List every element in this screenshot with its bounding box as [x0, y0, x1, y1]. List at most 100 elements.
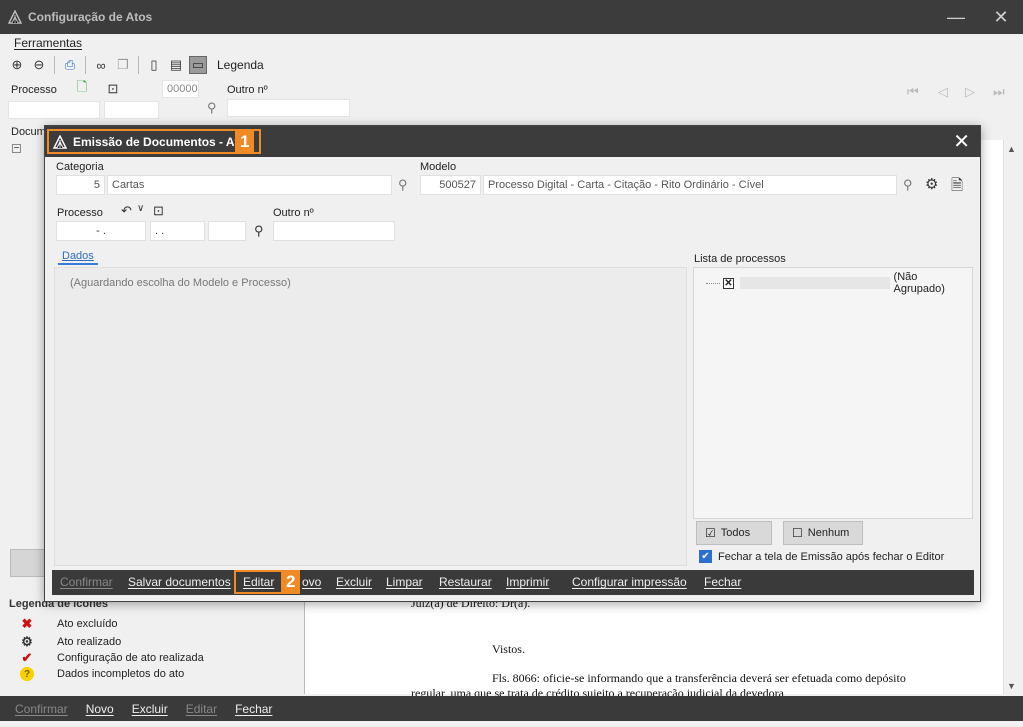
print-button[interactable]: Imprimir: [506, 575, 549, 589]
page-list-icon[interactable]: ▤: [167, 56, 185, 74]
select-none-label: Nenhum: [807, 527, 850, 539]
gear-done-icon: ⚙: [21, 634, 33, 649]
save-documents-button[interactable]: Salvar documentos: [128, 575, 231, 589]
print-icon[interactable]: ⎙: [61, 56, 79, 74]
processo-label: Processo: [57, 207, 103, 219]
bg-close-button[interactable]: ✕: [984, 0, 1018, 34]
chevron-down-icon[interactable]: ∨: [137, 203, 144, 214]
select-all-label: Todos: [720, 527, 751, 539]
bg-search-icon[interactable]: ⚲: [207, 100, 217, 116]
dialog-title: Emissão de Documentos - Atos: [73, 134, 253, 149]
processo-field-2[interactable]: . .: [150, 221, 205, 241]
restore-button[interactable]: Restaurar: [439, 575, 492, 589]
dialog-title-bar: Emissão de Documentos - Atos 1 ✕: [45, 126, 980, 157]
categoria-name-field[interactable]: Cartas: [107, 175, 392, 195]
menu-ferramentas[interactable]: Ferramentas: [14, 36, 82, 50]
scroll-down-icon[interactable]: ▼: [1007, 681, 1016, 691]
select-all-button[interactable]: ☑ Todos: [696, 521, 772, 545]
legend-label: Ato realizado: [57, 636, 122, 648]
check-all-icon: ☑: [705, 526, 716, 540]
categoria-search-icon[interactable]: ⚲: [398, 177, 408, 193]
new-button-partial[interactable]: ovo: [302, 575, 321, 589]
app-logo-icon: [53, 134, 67, 149]
page-wide-icon[interactable]: ▭: [189, 56, 207, 74]
nav-last-button[interactable]: ⏭: [993, 84, 1005, 100]
bg-edit-button[interactable]: Editar: [177, 702, 226, 716]
configure-print-button[interactable]: Configurar impressão: [572, 575, 687, 589]
binoculars-icon[interactable]: ∞: [92, 56, 110, 74]
outro-label: Outro nº: [273, 207, 314, 219]
doc-scrollbar[interactable]: ▲ ▼: [1003, 140, 1019, 694]
bg-confirm-button[interactable]: Confirmar: [6, 702, 77, 716]
categoria-code-field[interactable]: 5: [56, 175, 105, 195]
tree-collapse-icon[interactable]: −: [12, 144, 21, 154]
model-preview-icon[interactable]: 🗎: [951, 175, 963, 200]
close-after-editor-option[interactable]: ✔ Fechar a tela de Emissão após fechar o…: [699, 550, 944, 563]
categoria-label: Categoria: [56, 161, 104, 173]
new-doc-icon[interactable]: 🗋: [73, 79, 91, 98]
scroll-up-icon[interactable]: ▲: [1007, 144, 1016, 154]
legend-item: ✖ Ato excluído: [19, 616, 118, 631]
bg-bottom-bar: Confirmar Novo Excluir Editar Fechar: [0, 696, 1023, 721]
dialog-close-button[interactable]: ✕: [953, 129, 970, 154]
note-icon[interactable]: ⊡: [104, 80, 122, 98]
nav-prev-button[interactable]: ◁: [938, 84, 948, 100]
bg-toolbar: ⊕ ⊖ ⎙ ∞ ❐ ▯ ▤ ▭ Legenda: [8, 54, 264, 76]
modelo-code-field[interactable]: 500527: [420, 175, 481, 195]
close-after-editor-checkbox[interactable]: ✔: [699, 550, 712, 563]
bg-window-title: Configuração de Atos: [28, 10, 153, 24]
doc-line-vistos: Vistos.: [492, 642, 525, 656]
outro-field[interactable]: [273, 221, 395, 241]
bg-title-bar: Configuração de Atos — ✕: [0, 0, 1023, 34]
legend-button[interactable]: Legenda: [217, 58, 264, 72]
bg-process-number[interactable]: 00000: [162, 80, 199, 98]
nav-next-button[interactable]: ▷: [965, 84, 975, 100]
close-button[interactable]: Fechar: [704, 575, 741, 589]
processo-field-1[interactable]: - .: [56, 221, 146, 241]
modelo-search-icon[interactable]: ⚲: [903, 177, 913, 193]
step-badge-2: 2: [281, 570, 301, 594]
zoom-out-icon[interactable]: ⊖: [30, 56, 48, 74]
doc-line-fls: Fls. 8066: oficie-se informando que a tr…: [492, 671, 906, 685]
dados-waiting-message: (Aguardando escolha do Modelo e Processo…: [70, 277, 291, 289]
bg-delete-button[interactable]: Excluir: [123, 702, 177, 716]
bg-process-field-1[interactable]: [8, 101, 100, 119]
red-check-icon: ✔: [21, 650, 33, 665]
dados-panel: (Aguardando escolha do Modelo e Processo…: [54, 267, 687, 566]
question-icon: ?: [20, 667, 34, 681]
undo-icon[interactable]: ↶: [121, 203, 132, 219]
clear-button[interactable]: Limpar: [386, 575, 423, 589]
bg-outro-field[interactable]: [227, 99, 350, 117]
emissao-dialog: Emissão de Documentos - Atos 1 ✕ Categor…: [44, 125, 981, 602]
modelo-label: Modelo: [420, 161, 457, 173]
app-logo-icon: [8, 10, 22, 24]
bg-close-bar-button[interactable]: Fechar: [226, 702, 281, 716]
minimize-button[interactable]: —: [939, 0, 973, 34]
nav-first-button[interactable]: ⏮: [907, 84, 919, 100]
legend-label: Configuração de ato realizada: [57, 652, 204, 664]
dialog-title-highlight: Emissão de Documentos - Atos: [47, 129, 261, 154]
edit-button[interactable]: Editar: [234, 570, 284, 594]
select-none-button[interactable]: ☐ Nenhum: [783, 521, 863, 545]
process-list-item[interactable]: ✕ (Não Agrupado): [706, 271, 971, 295]
bg-new-button[interactable]: Novo: [77, 702, 123, 716]
page-single-icon[interactable]: ▯: [145, 56, 163, 74]
copy-icon[interactable]: ❐: [114, 56, 132, 74]
modelo-name-field[interactable]: Processo Digital - Carta - Citação - Rit…: [483, 175, 897, 195]
bg-process-label: Processo: [11, 84, 57, 96]
item-checkbox[interactable]: ✕: [722, 277, 734, 289]
model-settings-icon[interactable]: ⚙: [925, 175, 938, 193]
toolbar-separator: [138, 56, 139, 74]
confirm-button[interactable]: Confirmar: [60, 575, 113, 589]
close-after-editor-label: Fechar a tela de Emissão após fechar o E…: [718, 550, 945, 563]
toolbar-separator: [85, 56, 86, 74]
processo-field-3[interactable]: [208, 221, 246, 241]
note-icon[interactable]: ⊡: [153, 203, 164, 219]
tab-dados[interactable]: Dados: [58, 248, 98, 265]
bg-process-field-2[interactable]: [104, 101, 159, 119]
zoom-in-icon[interactable]: ⊕: [8, 56, 26, 74]
legend-label: Ato excluído: [57, 618, 118, 630]
delete-button[interactable]: Excluir: [336, 575, 372, 589]
legend-item: ✔ Configuração de ato realizada: [19, 650, 204, 665]
processo-search-icon[interactable]: ⚲: [254, 223, 264, 239]
